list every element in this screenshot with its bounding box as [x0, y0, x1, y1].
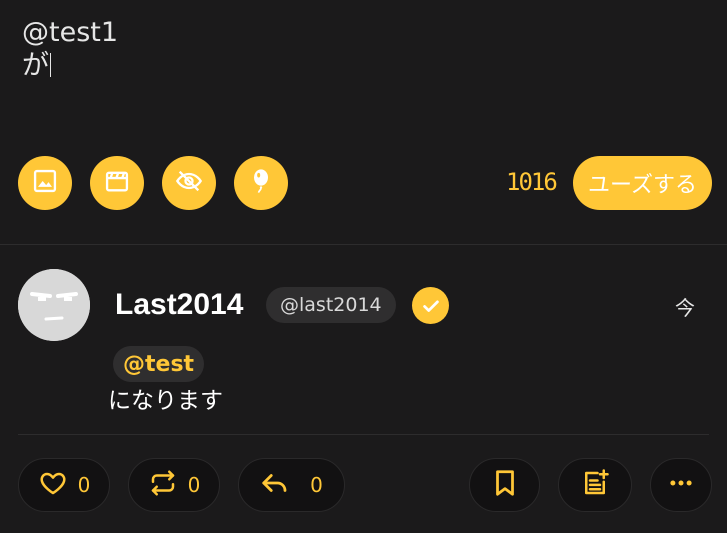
like-button[interactable]: 0	[18, 458, 110, 512]
hide-content-button[interactable]	[162, 156, 216, 210]
eye-off-icon	[175, 167, 203, 199]
bookmark-button[interactable]	[469, 458, 540, 512]
repost-count: 0	[187, 473, 201, 497]
reply-button[interactable]: 0	[238, 458, 345, 512]
verified-icon	[412, 287, 449, 324]
text-caret	[50, 53, 51, 77]
character-count: 1016	[506, 168, 558, 196]
attach-video-button[interactable]	[90, 156, 144, 210]
reply-icon	[260, 468, 290, 502]
submit-button[interactable]: ユーズする	[573, 156, 712, 210]
heart-icon	[38, 468, 68, 502]
display-name[interactable]: Last2014	[115, 286, 243, 324]
reply-count: 0	[310, 473, 323, 497]
post-text: になります	[108, 388, 223, 414]
user-handle[interactable]: @last2014	[266, 287, 396, 323]
more-button[interactable]	[650, 458, 712, 512]
repost-button[interactable]: 0	[128, 458, 220, 512]
image-icon	[31, 167, 59, 199]
compose-line-2: が	[22, 50, 49, 81]
attach-image-button[interactable]	[18, 156, 72, 210]
compose-textarea[interactable]: @test1 が	[22, 16, 118, 82]
divider	[0, 244, 727, 245]
post-time: 今	[675, 296, 695, 320]
mention-link[interactable]: @test	[113, 346, 205, 382]
video-icon	[103, 167, 131, 199]
like-count: 0	[77, 473, 91, 497]
more-icon	[666, 468, 696, 502]
compose-line-1: @test1	[22, 17, 119, 48]
balloon-button[interactable]	[234, 156, 288, 210]
bookmark-icon	[490, 468, 520, 502]
avatar[interactable]	[18, 269, 90, 341]
balloon-icon	[247, 167, 275, 199]
repost-icon	[148, 468, 178, 502]
compose-area: @test1 が 1016 ユーズする	[0, 0, 727, 244]
note-add-icon	[580, 468, 610, 502]
divider	[18, 434, 709, 435]
add-note-button[interactable]	[558, 458, 632, 512]
